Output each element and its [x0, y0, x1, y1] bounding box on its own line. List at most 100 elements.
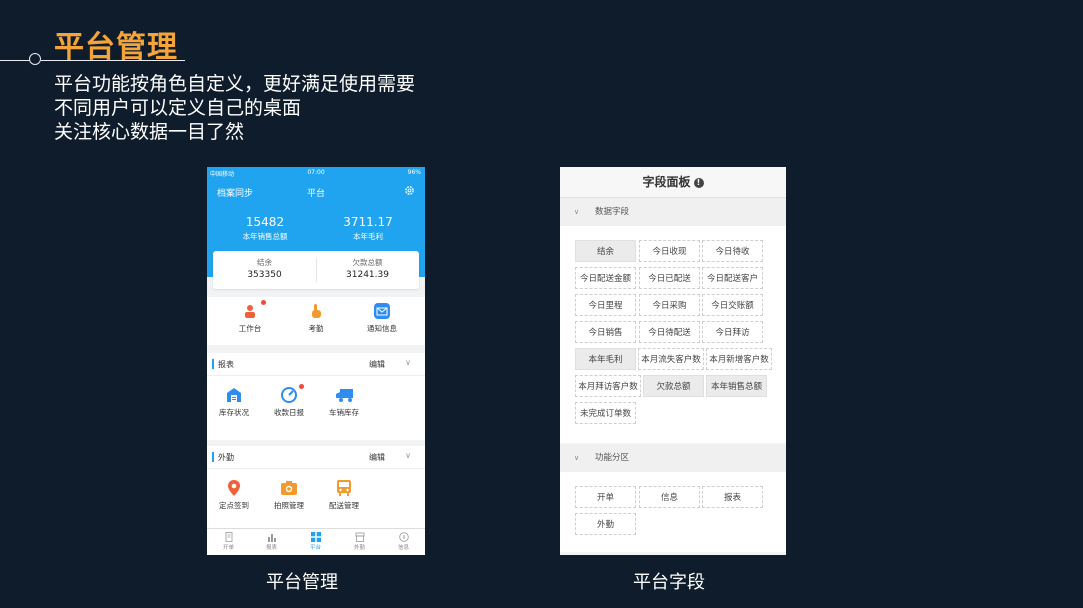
field-chip[interactable]: 今日里程 [575, 294, 636, 316]
field-chip[interactable]: 今日销售 [575, 321, 636, 343]
desc-line: 不同用户可以定义自己的桌面 [54, 97, 302, 119]
field-chip[interactable]: 外勤 [575, 513, 636, 535]
badge-dot [261, 300, 266, 305]
info-icon[interactable]: ! [693, 178, 704, 188]
field-chip[interactable]: 本年销售总额 [706, 375, 767, 397]
field-item-label: 定点签到 [219, 501, 249, 510]
field-chip[interactable]: 报表 [702, 486, 763, 508]
camera-icon [281, 480, 297, 496]
group-title: 功能分区 [595, 453, 630, 463]
chevron-down-icon[interactable]: ∨ [405, 358, 411, 367]
quick-item-attendance[interactable]: 考勤 [286, 303, 346, 334]
stat-annual-sales: 15482 本年销售总额 [215, 215, 315, 242]
battery-text: 96% [407, 169, 421, 176]
warehouse-icon [226, 387, 242, 403]
grid-icon [310, 532, 321, 542]
balance-card: 结余 353350 欠款总额 31241.39 [213, 251, 419, 289]
quick-item-label: 考勤 [308, 324, 324, 333]
field-chip[interactable]: 本月流失客户数 [638, 348, 704, 370]
tab-label: 报表 [265, 545, 277, 551]
section-marker [212, 452, 214, 462]
section-header: 外勤 编辑 ∨ [207, 446, 425, 469]
report-item-label: 库存状况 [219, 408, 249, 417]
report-item-van-stock[interactable]: 车销库存 [314, 387, 374, 418]
field-item-label: 拍照管理 [274, 501, 304, 510]
chip-grid: 结余 今日收现 今日待收今日配送金额 今日已配送 今日配送客户今日里程 今日采购 今日交账额… [560, 226, 786, 443]
field-chip[interactable]: 本月新增客户数 [706, 348, 772, 370]
card-label: 结余 [257, 258, 272, 267]
edit-button[interactable]: 编辑 [369, 452, 385, 463]
field-chip[interactable]: 欠款总额 [643, 375, 704, 397]
decor-circle [29, 53, 41, 65]
field-item-checkin[interactable]: 定点签到 [207, 480, 264, 511]
card-value: 31241.39 [346, 270, 389, 280]
tab-label: 外勤 [353, 545, 365, 551]
field-chip[interactable]: 未完成订单数 [575, 402, 636, 424]
stat-label: 本年销售总额 [242, 232, 288, 241]
phone-screenshot: 中国移动 07:00 96% 档案同步 平台 15482 本年销售总额 3711… [207, 167, 425, 555]
quick-item-notice[interactable]: 通知信息 [352, 303, 412, 334]
badge-dot [299, 384, 304, 389]
gear-icon[interactable] [404, 185, 415, 196]
stat-value: 15482 [245, 215, 285, 229]
clock-text: 07:00 [307, 169, 325, 176]
hand-icon [308, 303, 324, 319]
report-item-daily[interactable]: 收款日报 [259, 384, 319, 418]
field-chip[interactable]: 今日待收 [702, 240, 763, 262]
report-item-stock[interactable]: 库存状况 [207, 387, 264, 418]
field-chip[interactable]: 本年毛利 [575, 348, 636, 370]
debt-col: 欠款总额 31241.39 [316, 257, 419, 280]
slide-description: 平台功能按角色自定义，更好满足使用需要 不同用户可以定义自己的桌面 关注核心数据… [54, 72, 415, 144]
location-pin-icon [226, 480, 242, 496]
field-chip[interactable]: 今日交账额 [702, 294, 763, 316]
field-chip[interactable]: 今日收现 [639, 240, 700, 262]
desc-line: 平台功能按角色自定义，更好满足使用需要 [54, 73, 416, 95]
group-body-functions: 开单 信息 报表外勤 [560, 472, 786, 552]
section-title: 外勤 [218, 453, 234, 462]
tab-bar: 开单 报表 平台 外勤 信息 [207, 528, 425, 555]
stat-value: 3711.17 [343, 215, 393, 229]
field-chip[interactable]: 信息 [639, 486, 700, 508]
tab-platform[interactable]: 平台 [294, 532, 337, 551]
tab-field[interactable]: 外勤 [338, 532, 381, 551]
info-icon [398, 532, 409, 542]
group-title: 数据字段 [595, 207, 630, 217]
card-label: 欠款总额 [352, 258, 383, 267]
group-header-data-fields[interactable]: ∨ 数据字段 [560, 198, 786, 226]
desc-line: 关注核心数据一目了然 [54, 121, 245, 143]
field-chip[interactable]: 今日配送金额 [575, 267, 636, 289]
tab-label: 信息 [397, 545, 409, 551]
field-chip[interactable]: 开单 [575, 486, 636, 508]
field-panel-screenshot: 字段面板! ∨ 数据字段 结余 今日收现 今日待收今日配送金额 今日已配送 今日配送客户… [560, 167, 786, 555]
chevron-down-icon[interactable]: ∨ [405, 451, 411, 460]
field-chip[interactable]: 结余 [575, 240, 636, 262]
field-chip[interactable]: 本月拜访客户数 [575, 375, 641, 397]
document-icon [224, 532, 234, 542]
chevron-down-icon: ∨ [574, 454, 580, 462]
chip-grid: 开单 信息 报表外勤 [560, 472, 786, 552]
field-chip[interactable]: 今日拜访 [702, 321, 763, 343]
tab-report[interactable]: 报表 [250, 532, 293, 551]
field-chip[interactable]: 今日配送客户 [702, 267, 763, 289]
field-chip[interactable]: 今日采购 [639, 294, 700, 316]
tab-order[interactable]: 开单 [207, 532, 250, 551]
edit-button[interactable]: 编辑 [369, 359, 385, 370]
field-item-label: 配送管理 [329, 501, 359, 510]
section-reports: 报表 编辑 ∨ 库存状况 收款日报 车销库存 [207, 353, 425, 440]
truck-icon [336, 387, 353, 403]
field-chip[interactable]: 今日待配送 [639, 321, 700, 343]
group-header-functions[interactable]: ∨ 功能分区 [560, 444, 786, 472]
panel-title-text: 字段面板 [642, 175, 691, 189]
section-title: 报表 [218, 360, 234, 369]
section-header: 报表 编辑 ∨ [207, 353, 425, 376]
tab-info[interactable]: 信息 [382, 532, 425, 551]
chevron-down-icon: ∨ [574, 208, 580, 216]
bar-chart-icon [267, 532, 277, 542]
caption-right: 平台字段 [633, 572, 705, 593]
field-item-photo[interactable]: 拍照管理 [259, 480, 319, 511]
section-field: 外勤 编辑 ∨ 定点签到 拍照管理 配送管理 [207, 446, 425, 531]
worker-icon [242, 300, 266, 319]
field-item-delivery[interactable]: 配送管理 [314, 480, 374, 511]
field-chip[interactable]: 今日已配送 [639, 267, 700, 289]
quick-item-workbench[interactable]: 工作台 [220, 300, 280, 334]
